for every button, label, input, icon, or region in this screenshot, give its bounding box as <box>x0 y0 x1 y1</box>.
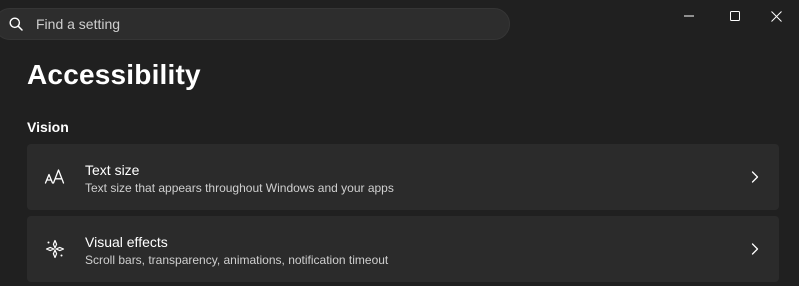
maximize-button[interactable] <box>712 0 758 32</box>
search-input[interactable] <box>36 9 476 39</box>
search-icon <box>9 17 23 31</box>
setting-description: Text size that appears throughout Window… <box>85 181 394 195</box>
text-size-icon <box>44 169 65 184</box>
setting-card-text-size[interactable]: Text size Text size that appears through… <box>27 144 779 210</box>
setting-description: Scroll bars, transparency, animations, n… <box>85 253 389 267</box>
minimize-button[interactable] <box>666 0 712 32</box>
setting-card-visual-effects[interactable]: Visual effects Scroll bars, transparency… <box>27 216 779 282</box>
maximize-icon <box>730 11 740 21</box>
close-icon <box>770 10 782 22</box>
search-box[interactable] <box>0 8 510 40</box>
chevron-right-icon <box>751 243 759 255</box>
page-title: Accessibility <box>27 59 201 90</box>
minimize-icon <box>684 15 694 17</box>
visual-effects-icon <box>45 239 65 259</box>
section-title-vision: Vision <box>27 119 69 135</box>
setting-title: Text size <box>85 162 140 178</box>
setting-title: Visual effects <box>85 234 168 250</box>
close-button[interactable] <box>753 0 799 32</box>
chevron-right-icon <box>751 171 759 183</box>
